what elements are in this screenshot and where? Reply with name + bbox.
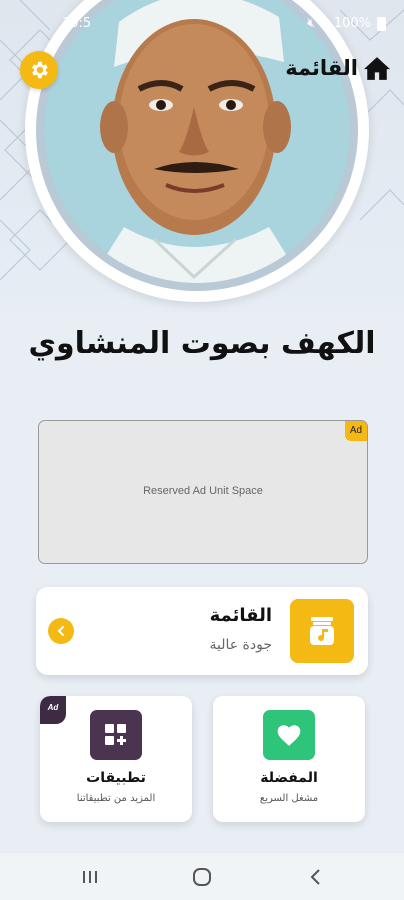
home-circle-icon [193, 868, 211, 886]
recent-apps-button[interactable] [78, 865, 102, 889]
home-icon [364, 57, 390, 80]
menu-label: القائمة [285, 56, 358, 80]
hero-banner: 10:5 🔇︎ ▾ 100% القائمة [0, 0, 404, 312]
favorites-tile-subtitle: مشغل السريع [259, 793, 319, 804]
status-time: 10:5 [62, 16, 92, 31]
favorites-icon-box [263, 710, 315, 760]
system-nav-bar [0, 853, 404, 900]
back-nav-button[interactable] [304, 865, 328, 889]
home-nav-button[interactable] [190, 865, 214, 889]
favorites-tile-title: المفضلة [260, 770, 318, 786]
playlist-subtitle: جودة عالية [209, 637, 272, 653]
page-title: الكهف بصوت المنشاوي [28, 326, 376, 361]
status-bar: 10:5 🔇︎ ▾ 100% [0, 0, 404, 48]
wifi-icon: ▾ [321, 16, 328, 31]
apps-add-icon [105, 724, 126, 745]
ad-banner[interactable]: Reserved Ad Unit Space Ad [38, 420, 368, 564]
playlist-icon-box [290, 599, 354, 663]
playlist-title: القائمة [209, 605, 272, 626]
ad-badge: Ad [345, 421, 367, 441]
gear-icon [32, 61, 48, 79]
tile-ad-badge: Ad [40, 696, 66, 724]
apps-tile-title: تطبيقات [86, 770, 146, 786]
settings-button[interactable] [20, 51, 58, 89]
more-apps-tile[interactable]: Ad تطبيقات المزيد من تطبيقاتنا [40, 696, 192, 822]
mute-icon: 🔇︎ [307, 16, 316, 31]
menu-home-link[interactable]: القائمة [285, 56, 390, 80]
music-jar-icon [310, 617, 334, 645]
battery-text: 100% [333, 16, 371, 31]
recent-apps-icon [83, 871, 97, 883]
favorites-tile[interactable]: المفضلة مشغل السريع [213, 696, 365, 822]
apps-tile-subtitle: المزيد من تطبيقاتنا [76, 793, 156, 804]
playlist-open-button[interactable] [48, 618, 74, 644]
ad-placeholder-text: Reserved Ad Unit Space [143, 485, 263, 497]
chevron-left-icon [57, 626, 64, 636]
playlist-card[interactable]: القائمة جودة عالية [36, 587, 368, 675]
back-icon [310, 869, 320, 885]
apps-icon-box [90, 710, 142, 760]
heart-icon [277, 725, 301, 746]
status-indicators: 🔇︎ ▾ 100% [307, 16, 386, 31]
battery-icon [377, 16, 386, 31]
